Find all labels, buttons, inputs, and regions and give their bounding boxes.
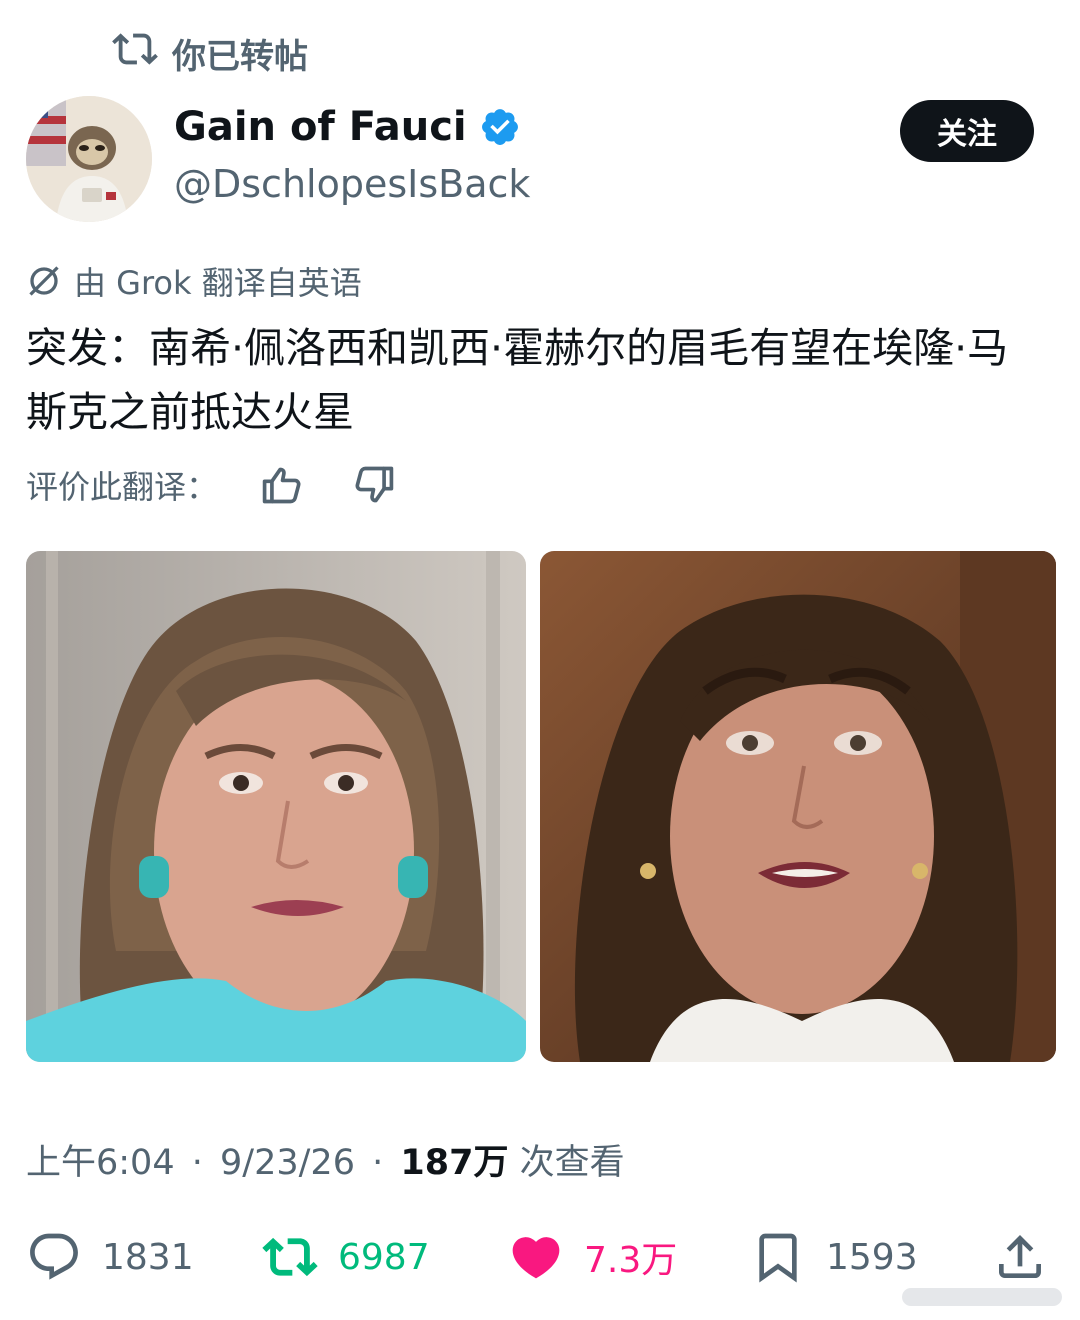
meta-separator: · [372,1143,384,1183]
follow-button[interactable]: 关注 [900,100,1034,162]
meta-separator: · [191,1143,203,1183]
repost-button[interactable]: 6987 [262,1222,430,1292]
repost-icon [112,26,158,81]
author-avatar[interactable] [26,96,152,222]
tweet-date[interactable]: 9/23/26 [220,1143,355,1183]
tweet-detail-screen: 你已转帖 Gain of Fauci @DschlopesIsBack 关注 由… [0,0,1080,1320]
views-label: 次查看 [508,1143,625,1183]
tweet-meta: 上午6:04 · 9/23/26 · 187万 次查看 [26,1134,625,1185]
reposted-label: 你已转帖 [172,37,308,77]
like-button[interactable]: 7.3万 [508,1222,677,1292]
author-handle[interactable]: @DschlopesIsBack [174,162,530,206]
like-count: 7.3万 [584,1240,678,1281]
reposted-indicator: 你已转帖 [112,26,308,81]
verified-badge-icon [481,109,518,145]
tweet-text: 突发：南希·佩洛西和凯西·霍赫尔的眉毛有望在埃隆·马斯克之前抵达火星 [26,324,1009,436]
tweet-photo-1[interactable] [26,551,526,1062]
repost-icon [262,1237,318,1277]
translation-note-label: 由 Grok 翻译自英语 [74,264,362,302]
rate-translation-row: 评价此翻译： [26,462,396,508]
reply-button[interactable]: 1831 [26,1222,194,1292]
share-icon [999,1235,1041,1278]
share-button[interactable] [992,1222,1048,1292]
tweet-time[interactable]: 上午6:04 [26,1143,175,1183]
thumbs-up-icon[interactable] [260,463,304,507]
rate-translation-label: 评价此翻译： [26,468,219,506]
heart-icon [512,1237,560,1279]
reply-icon [30,1233,78,1280]
reply-count: 1831 [102,1236,194,1278]
translation-note: 由 Grok 翻译自英语 [26,258,362,304]
bookmark-count: 1593 [826,1236,918,1278]
tweet-action-bar: 1831 6987 7.3万 1593 [0,1222,1080,1292]
views-count[interactable]: 187万 [400,1143,508,1183]
author-display-name[interactable]: Gain of Fauci [174,104,467,150]
translate-icon [29,266,59,296]
author-name-row[interactable]: Gain of Fauci [174,104,521,150]
tweet-photo-2[interactable] [540,551,1056,1062]
repost-count: 6987 [338,1236,430,1278]
thumbs-down-icon[interactable] [352,463,396,507]
watermark-logo [902,1288,1062,1306]
bookmark-icon [759,1233,797,1283]
bookmark-button[interactable]: 1593 [750,1222,918,1292]
